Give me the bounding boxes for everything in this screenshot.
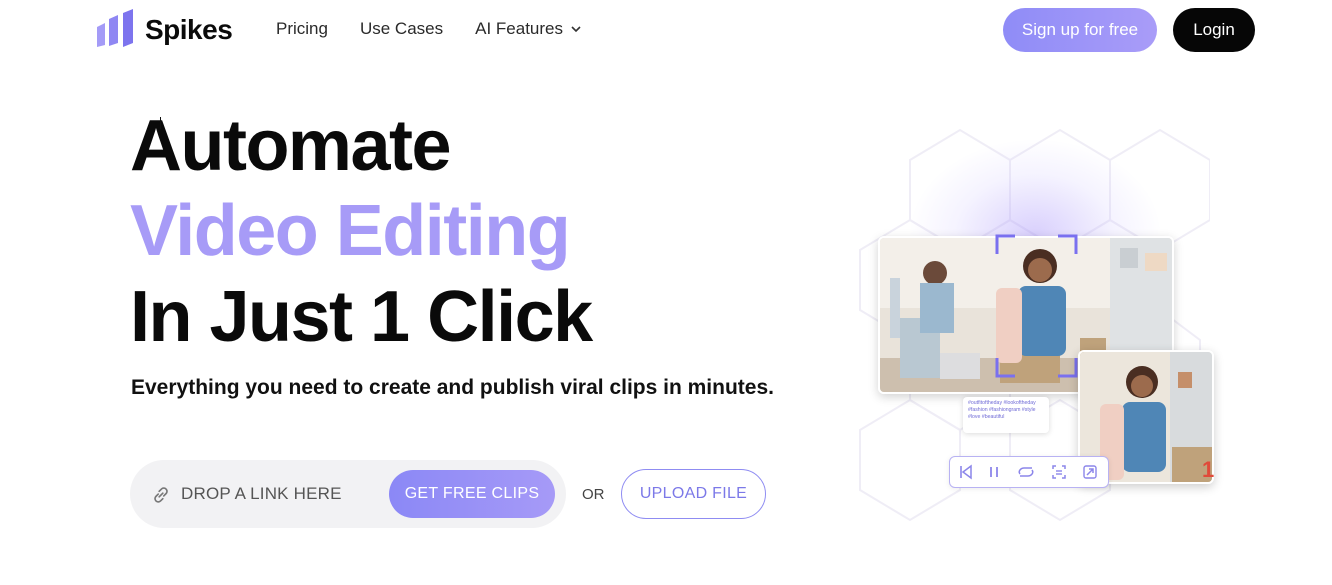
spikes-logo-icon [96, 9, 136, 51]
top-navigation: Spikes Pricing Use Cases AI Features Sig… [0, 0, 1332, 62]
logo-link[interactable]: Spikes [96, 9, 233, 51]
hero-title-line-2: Video Editing [130, 191, 571, 271]
share-icon[interactable] [1082, 464, 1098, 480]
brand-name: Spikes [145, 14, 233, 45]
login-button[interactable]: Login [1173, 8, 1255, 52]
repeat-icon[interactable] [1016, 464, 1036, 480]
upload-file-button[interactable]: UPLOAD FILE [621, 469, 766, 519]
hero-illustration: #outfitoftheday #lookoftheday #fashion #… [850, 100, 1214, 530]
crop-corner-top-right [1058, 234, 1078, 254]
nav-link-ai-features[interactable]: AI Features [475, 19, 581, 39]
link-icon [154, 487, 168, 503]
crop-corner-top-left [995, 234, 1015, 254]
crop-corner-bottom-right [1058, 358, 1078, 378]
nav-link-ai-features-label: AI Features [475, 19, 563, 38]
signup-button[interactable]: Sign up for free [1003, 8, 1157, 52]
hero-title-line-3: In Just 1 Click [130, 277, 593, 357]
captions-icon[interactable] [1051, 464, 1067, 480]
clip-count-badge: 1 [1202, 457, 1215, 482]
hero-title-line-1: Automate [130, 106, 452, 186]
nav-link-use-cases[interactable]: Use Cases [360, 19, 443, 39]
hero-subtitle: Everything you need to create and publis… [131, 376, 774, 399]
nav-link-pricing[interactable]: Pricing [276, 19, 328, 39]
video-link-input[interactable] [181, 482, 381, 506]
chevron-down-icon [571, 26, 581, 33]
player-controls [949, 456, 1109, 488]
hashtag-card: #outfitoftheday #lookoftheday #fashion #… [963, 397, 1049, 433]
pause-icon[interactable] [986, 464, 1002, 480]
skip-back-icon[interactable] [958, 464, 974, 480]
or-separator: OR [582, 486, 605, 503]
text-cursor [160, 117, 166, 129]
nav-links: Pricing Use Cases AI Features [276, 19, 581, 39]
crop-corner-bottom-left [995, 358, 1015, 378]
get-free-clips-button[interactable]: GET FREE CLIPS [389, 470, 555, 518]
